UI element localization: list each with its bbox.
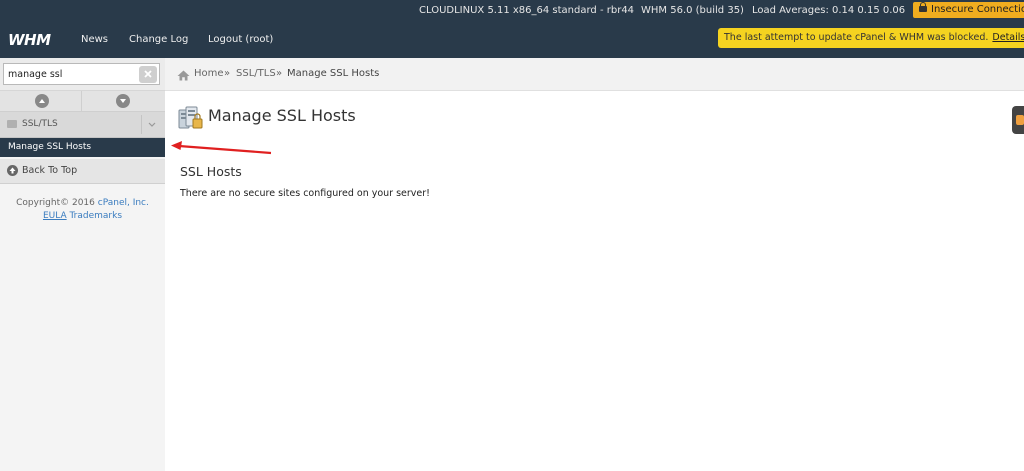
nav-news[interactable]: News	[81, 34, 108, 45]
ssl-hosts-icon	[178, 106, 203, 129]
divider	[81, 91, 82, 111]
category-label: SSL/TLS	[22, 119, 58, 129]
trademarks-link[interactable]: Trademarks	[70, 211, 123, 221]
close-icon	[144, 70, 152, 78]
cpanel-link[interactable]: cPanel, Inc.	[98, 198, 149, 208]
update-blocked-alert: The last attempt to update cPanel & WHM …	[718, 28, 1024, 48]
arrow-up-icon	[7, 165, 18, 176]
breadcrumb: Home » SSL/TLS » Manage SSL Hosts	[165, 58, 1024, 91]
breadcrumb-current: Manage SSL Hosts	[287, 68, 380, 79]
whm-logo[interactable]: WHM	[8, 31, 51, 49]
insecure-connection-badge[interactable]: Insecure Connection	[913, 2, 1024, 18]
back-to-top-label: Back To Top	[22, 165, 78, 176]
version-info: WHM 56.0 (build 35)	[641, 5, 744, 16]
sidebar-item-label: Manage SSL Hosts	[8, 142, 92, 152]
ssl-category-icon	[7, 120, 17, 128]
cpanel-widget-tab[interactable]	[1012, 106, 1024, 134]
eula-link[interactable]: EULA	[43, 211, 67, 221]
breadcrumb-separator: »	[276, 68, 283, 79]
sidebar: SSL/TLS Manage SSL Hosts Back To Top Cop…	[0, 58, 165, 471]
widget-icon	[1016, 115, 1024, 125]
chevron-down-icon	[120, 99, 126, 103]
alert-text: The last attempt to update cPanel & WHM …	[724, 32, 989, 43]
breadcrumb-ssl-tls[interactable]: SSL/TLS	[236, 68, 276, 79]
breadcrumb-home[interactable]: Home	[194, 68, 224, 79]
back-to-top-button[interactable]: Back To Top	[0, 159, 165, 184]
collapse-controls	[0, 91, 165, 112]
page-title: Manage SSL Hosts	[208, 106, 356, 125]
sidebar-item-manage-ssl-hosts[interactable]: Manage SSL Hosts	[0, 138, 165, 157]
annotation-arrow	[171, 141, 272, 155]
home-icon[interactable]	[177, 70, 190, 81]
category-toggle[interactable]	[141, 115, 162, 134]
chevron-up-icon	[39, 99, 45, 103]
chevron-down-icon	[148, 122, 156, 127]
alert-details-link[interactable]: Details	[992, 32, 1024, 43]
search-input[interactable]	[3, 63, 160, 85]
section-title: SSL Hosts	[180, 164, 242, 179]
search-container	[0, 58, 165, 91]
collapse-all-button[interactable]	[35, 94, 49, 108]
copyright: Copyright© 2016 cPanel, Inc. EULA Tradem…	[16, 198, 149, 221]
expand-all-button[interactable]	[116, 94, 130, 108]
breadcrumb-separator: »	[224, 68, 231, 79]
no-secure-sites-message: There are no secure sites configured on …	[180, 188, 430, 199]
sidebar-category-ssl-tls[interactable]: SSL/TLS	[0, 112, 165, 138]
top-header: CLOUDLINUX 5.11 x86_64 standard - rbr44 …	[0, 0, 1024, 58]
load-averages: Load Averages: 0.14 0.15 0.06	[752, 5, 906, 16]
system-info: CLOUDLINUX 5.11 x86_64 standard - rbr44	[419, 5, 635, 16]
clear-search-button[interactable]	[139, 66, 157, 83]
nav-logout[interactable]: Logout (root)	[208, 34, 273, 45]
lock-icon	[919, 2, 927, 12]
nav-change-log[interactable]: Change Log	[129, 34, 188, 45]
